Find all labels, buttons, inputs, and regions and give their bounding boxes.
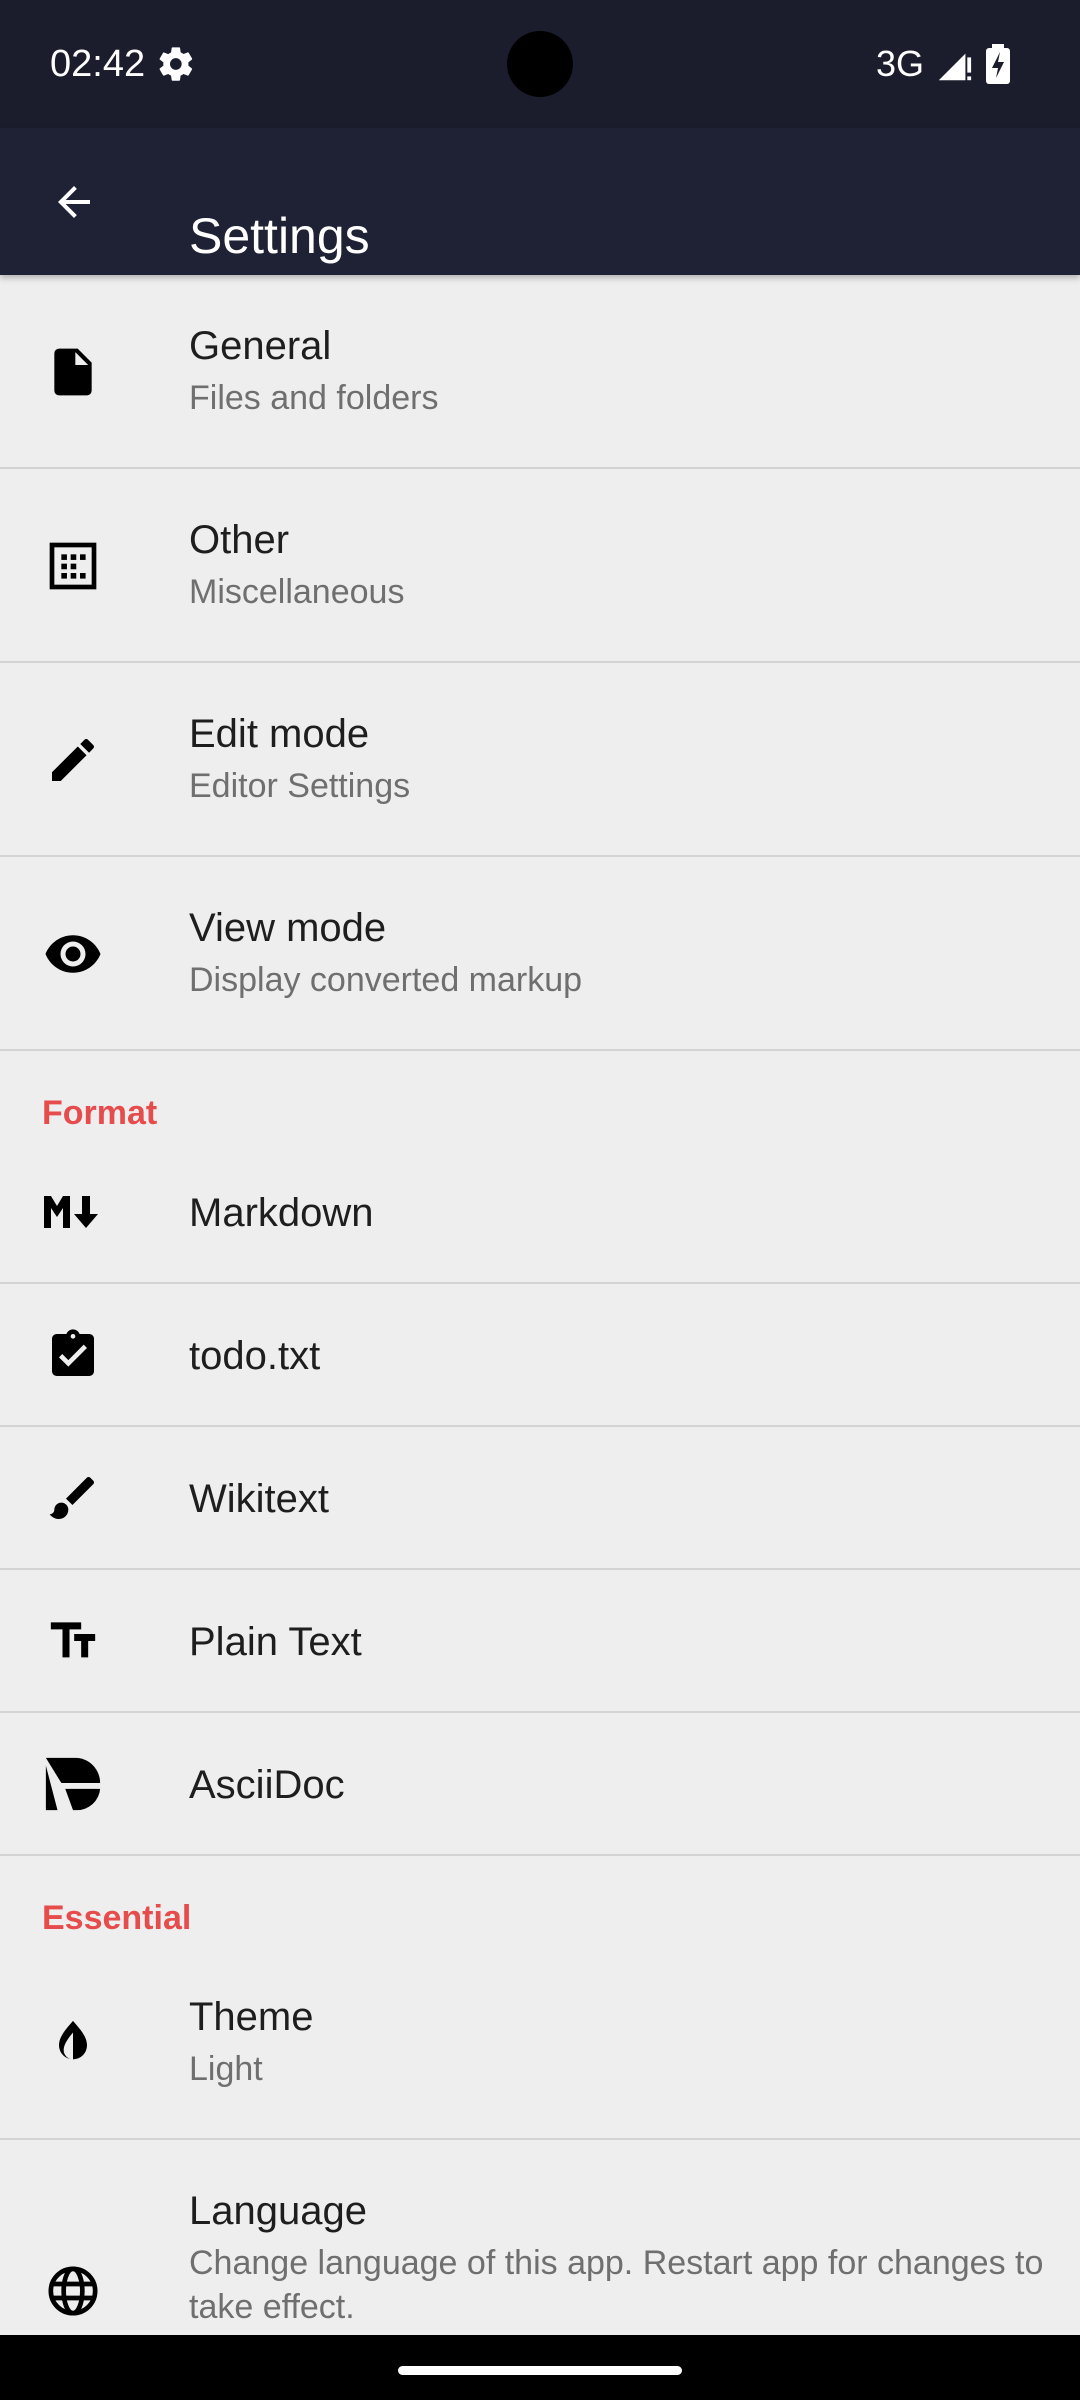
home-indicator[interactable] bbox=[398, 2366, 682, 2375]
settings-item-theme[interactable]: Theme Light bbox=[0, 1946, 1080, 2140]
item-title: Language bbox=[189, 2189, 367, 2233]
markdown-icon bbox=[42, 1181, 104, 1243]
globe-icon bbox=[42, 2260, 104, 2322]
item-title: Wikitext bbox=[189, 1477, 329, 1521]
settings-item-wikitext[interactable]: Wikitext bbox=[0, 1427, 1080, 1570]
dotted-square-icon bbox=[42, 535, 104, 597]
network-type: 3G bbox=[876, 43, 925, 84]
item-title: Theme bbox=[189, 1995, 314, 2039]
settings-list[interactable]: General Files and folders Other Miscella… bbox=[0, 275, 1080, 2335]
section-header-essential: Essential bbox=[0, 1856, 1080, 1946]
item-title: Other bbox=[189, 518, 290, 562]
section-title: Essential bbox=[42, 1899, 192, 1937]
settings-gear-icon bbox=[159, 47, 193, 81]
signal-icon bbox=[938, 53, 972, 81]
item-subtitle: Light bbox=[189, 2050, 263, 2088]
status-bar: 02:42 3G bbox=[0, 0, 1080, 128]
text-size-icon bbox=[42, 1610, 104, 1672]
item-title: Plain Text bbox=[189, 1620, 362, 1664]
pencil-icon bbox=[42, 729, 104, 791]
settings-item-general[interactable]: General Files and folders bbox=[0, 275, 1080, 469]
back-button[interactable] bbox=[44, 172, 104, 232]
settings-item-other[interactable]: Other Miscellaneous bbox=[0, 469, 1080, 663]
asciidoc-icon bbox=[42, 1753, 104, 1815]
camera-cutout bbox=[507, 31, 573, 97]
settings-item-language[interactable]: Language Change language of this app. Re… bbox=[0, 2140, 1080, 2335]
item-subtitle: Editor Settings bbox=[189, 767, 411, 805]
settings-item-plain-text[interactable]: Plain Text bbox=[0, 1570, 1080, 1713]
file-icon bbox=[42, 341, 104, 403]
settings-item-markdown[interactable]: Markdown bbox=[0, 1141, 1080, 1284]
item-subtitle: Display converted markup bbox=[189, 961, 583, 999]
settings-item-asciidoc[interactable]: AsciiDoc bbox=[0, 1713, 1080, 1856]
section-header-format: Format bbox=[0, 1051, 1080, 1141]
item-title: todo.txt bbox=[189, 1334, 321, 1378]
item-subtitle: Miscellaneous bbox=[189, 573, 405, 611]
battery-charging-icon bbox=[986, 44, 1010, 84]
settings-item-edit-mode[interactable]: Edit mode Editor Settings bbox=[0, 663, 1080, 857]
arrow-back-icon bbox=[58, 186, 90, 218]
item-subtitle: Files and folders bbox=[189, 379, 439, 417]
settings-item-view-mode[interactable]: View mode Display converted markup bbox=[0, 857, 1080, 1051]
item-title: AsciiDoc bbox=[189, 1763, 345, 1807]
eye-icon bbox=[42, 923, 104, 985]
status-time: 02:42 bbox=[50, 43, 146, 85]
brush-icon bbox=[42, 1467, 104, 1529]
navigation-bar bbox=[0, 2335, 1080, 2400]
item-title: View mode bbox=[189, 906, 387, 950]
contrast-icon bbox=[42, 2012, 104, 2074]
item-title: Edit mode bbox=[189, 712, 370, 756]
item-subtitle: Change language of this app. Restart app… bbox=[189, 2244, 1044, 2326]
item-title: Markdown bbox=[189, 1191, 374, 1235]
clipboard-check-icon bbox=[42, 1324, 104, 1386]
page-title: Settings bbox=[189, 207, 370, 264]
app-bar: Settings bbox=[0, 128, 1080, 275]
item-title: General bbox=[189, 324, 332, 368]
section-title: Format bbox=[42, 1094, 158, 1132]
settings-item-todo-txt[interactable]: todo.txt bbox=[0, 1284, 1080, 1427]
